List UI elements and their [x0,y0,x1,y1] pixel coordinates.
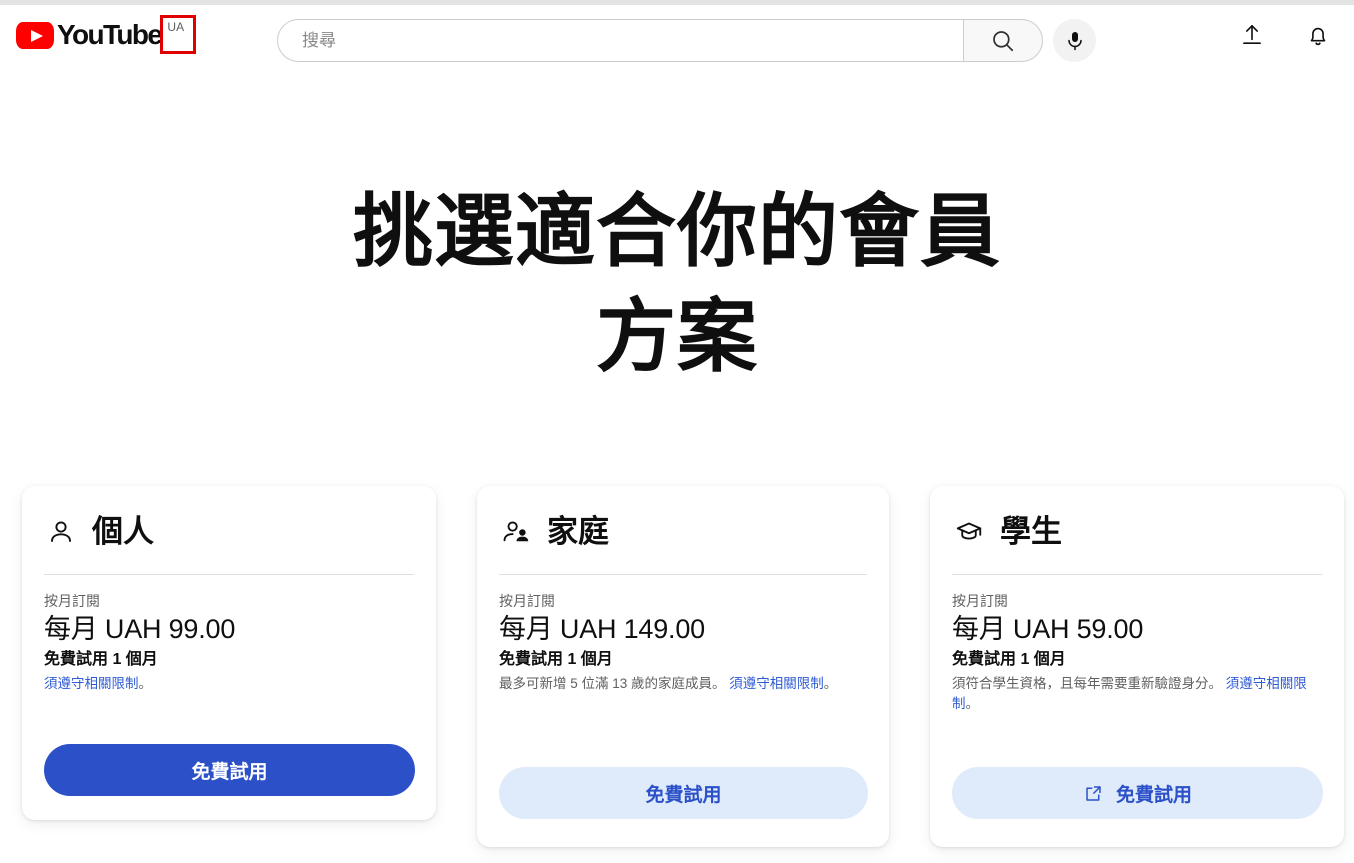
plan-name: 家庭 [547,514,609,549]
voice-search-button[interactable] [1053,19,1096,62]
plan-card-body: 按月訂閱 每月 UAH 99.00 免費試用 1 個月 須遵守相關限制。 [44,575,414,694]
upload-icon [1243,24,1261,44]
external-link-icon [1086,785,1101,801]
plan-name: 學生 [1000,514,1062,549]
bell-icon [1310,27,1326,46]
trial-offer: 免費試用 1 個月 [499,651,613,668]
restrictions-link[interactable]: 須遵守相關限制 [729,676,824,691]
notifications-button[interactable] [1304,21,1332,49]
microphone-icon [1067,31,1082,50]
person-icon [46,517,76,547]
header-actions [1238,21,1332,49]
plan-card-student[interactable]: 學生 按月訂閱 每月 UAH 59.00 免費試用 1 個月 須符合學生資格，且… [930,486,1344,847]
graduation-cap-icon [954,517,984,547]
people-icon [501,517,531,547]
plan-fineprint: 最多可新增 5 位滿 13 歲的家庭成員。 須遵守相關限制。 [499,674,867,694]
youtube-wordmark: YouTube [57,19,163,50]
fineprint-suffix: 。 [138,676,153,691]
plan-fineprint: 須符合學生資格，且每年需要重新驗證身分。 須遵守相關限制。 [952,674,1322,714]
search-input[interactable] [277,19,963,62]
upload-button[interactable] [1238,21,1266,49]
billing-period: 按月訂閱 [952,593,1008,609]
plan-card-body: 按月訂閱 每月 UAH 149.00 免費試用 1 個月 最多可新增 5 位滿 … [499,575,867,694]
youtube-logo[interactable]: YouTube UA [16,15,197,54]
youtube-play-icon [16,22,54,49]
free-trial-button[interactable]: 免費試用 [952,767,1323,819]
plan-price: 每月 UAH 59.00 [952,614,1144,644]
page-title: 挑選適合你的會員 方案 [0,179,1354,389]
plan-name: 個人 [92,514,154,549]
plan-card-body: 按月訂閱 每月 UAH 59.00 免費試用 1 個月 須符合學生資格，且每年需… [952,575,1322,714]
page-title-line-1: 挑選適合你的會員 [353,186,1001,276]
plan-card-family[interactable]: 家庭 按月訂閱 每月 UAH 149.00 免費試用 1 個月 最多可新增 5 … [477,486,889,847]
plan-fineprint: 須遵守相關限制。 [44,674,414,694]
free-trial-button-label: 免費試用 [645,784,722,806]
plan-card-header: 家庭 [499,508,867,556]
trial-offer: 免費試用 1 個月 [44,651,158,668]
restrictions-link[interactable]: 須遵守相關限制 [44,676,139,691]
country-code-wrap: UA [160,15,197,54]
plan-price: 每月 UAH 99.00 [44,614,236,644]
plan-card-individual[interactable]: 個人 按月訂閱 每月 UAH 99.00 免費試用 1 個月 須遵守相關限制。 … [22,486,436,820]
billing-period: 按月訂閱 [499,593,555,609]
search-icon [993,30,1014,51]
plan-card-header: 學生 [952,508,1322,556]
free-trial-button-label: 免費試用 [191,761,268,783]
fineprint-suffix: 。 [965,696,980,711]
free-trial-button[interactable]: 免費試用 [44,744,415,796]
plan-card-header: 個人 [44,508,414,556]
search-button[interactable] [963,19,1043,62]
billing-period: 按月訂閱 [44,593,100,609]
masthead: YouTube UA [0,5,1354,67]
trial-offer: 免費試用 1 個月 [952,651,1066,668]
page-title-line-2: 方案 [596,291,758,381]
plan-price: 每月 UAH 149.00 [499,614,705,644]
fineprint-text: 須符合學生資格，且每年需要重新驗證身分。 [952,676,1226,691]
fineprint-suffix: 。 [823,676,838,691]
fineprint-text: 最多可新增 5 位滿 13 歲的家庭成員。 [499,676,730,691]
free-trial-button-label: 免費試用 [1115,784,1192,806]
search-area [277,19,1096,62]
country-code-badge: UA [167,20,185,34]
free-trial-button[interactable]: 免費試用 [499,767,868,819]
